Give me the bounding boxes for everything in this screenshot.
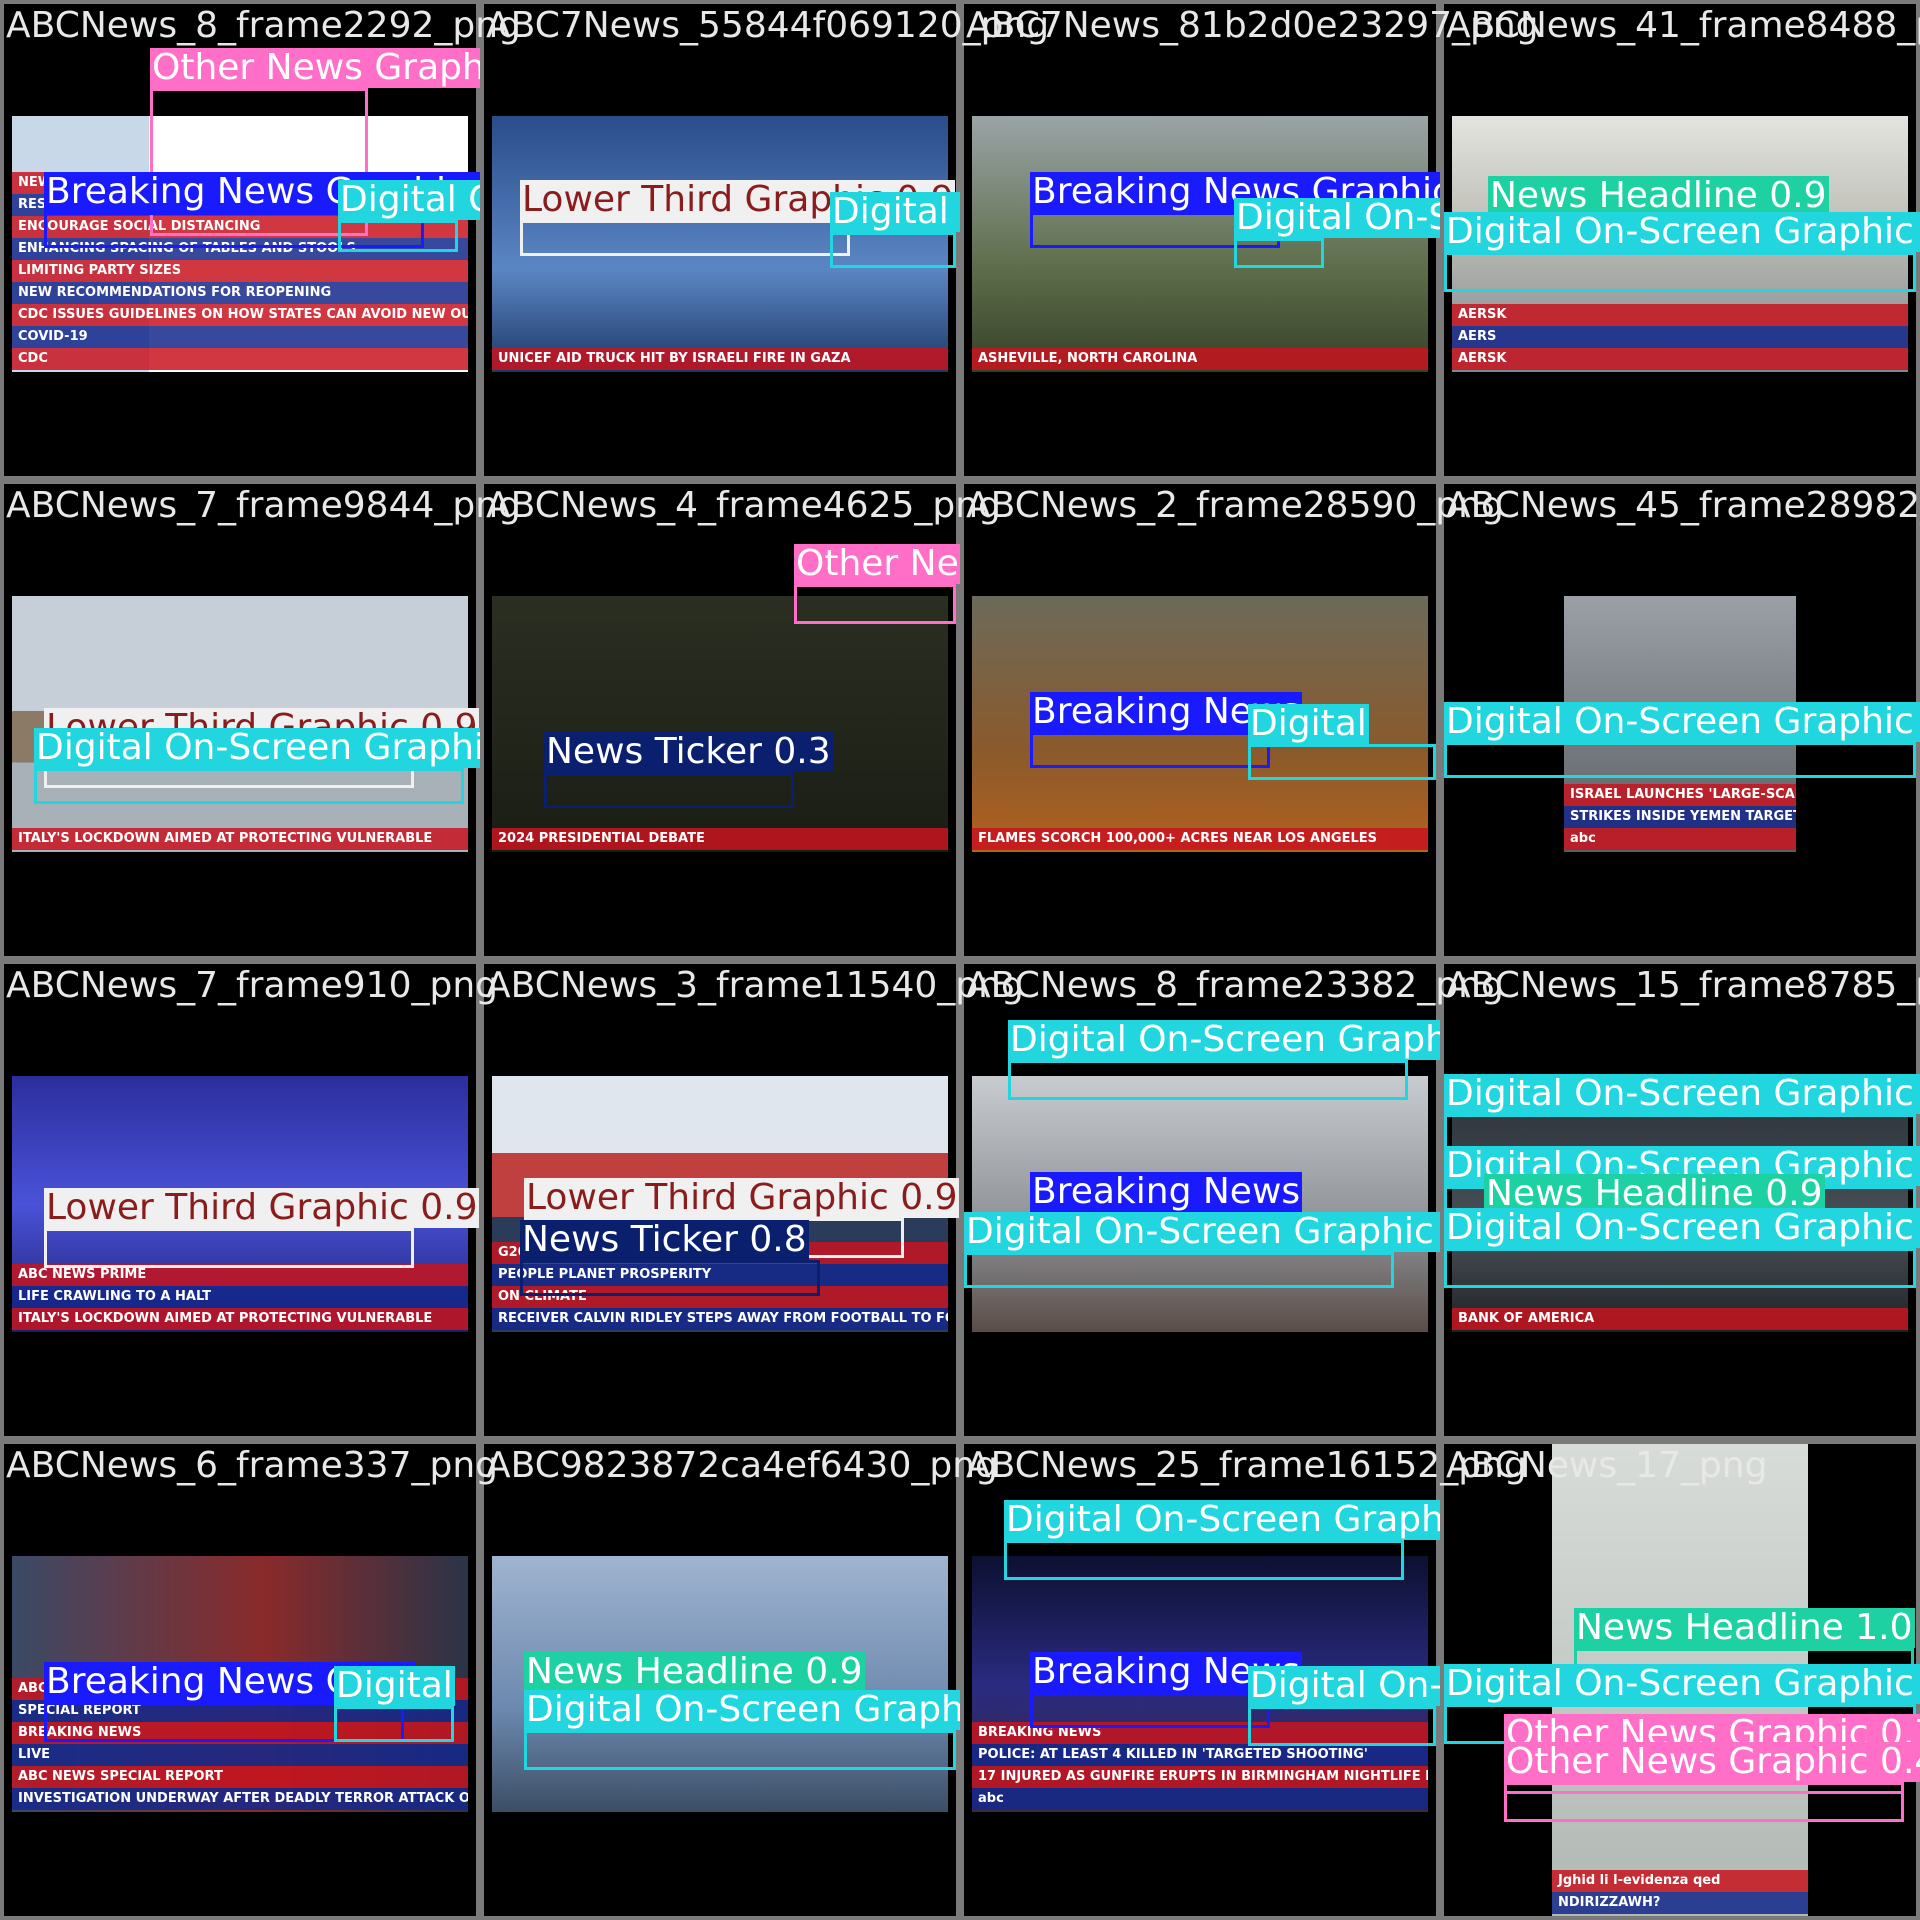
frame-onscreen-text: UNICEF AID TRUCK HIT BY ISRAELI FIRE IN …: [492, 348, 948, 370]
frame-onscreen-text: CDC ISSUES GUIDELINES ON HOW STATES CAN …: [12, 304, 468, 326]
grid-cell: ABC NEWS PRIME LIFE CRAWLING TO A HALT ITA…: [4, 964, 498, 1436]
frame-onscreen-text: RECEIVER CALVIN RIDLEY STEPS AWAY FROM F…: [492, 1308, 948, 1330]
detection-label: Digital On-Screen Graphic 0.7: [1444, 1208, 1920, 1248]
cell-filename: ABCNews_45_frame28982_png: [1446, 485, 1920, 526]
frame-onscreen-text: NDIRIZZAWH?: [1552, 1892, 1808, 1914]
detection-label: Digital On-Screen Graphic 0.7: [1444, 1074, 1920, 1114]
detection-label: Digital On-Screen Graphic: [1234, 198, 1440, 238]
frame-onscreen-text: NEW RECOMMENDATIONS FOR REOPENING: [12, 282, 468, 304]
detection-label: Digital On-Screen Graphic 0.9: [1444, 702, 1920, 742]
frame-onscreen-text: ITALY'S LOCKDOWN AIMED AT PROTECTING VUL…: [12, 828, 468, 850]
detection-grid: NEW CDC RECOMMENDATIONSRESTAURANTS AND B…: [0, 0, 1920, 1920]
detection-label: Lower Third Graphic 0.9: [44, 1188, 480, 1228]
cell-filename: ABCNews_8_frame2292_png: [6, 5, 521, 46]
detection-label: Digital On-Screen Graphic 0.9: [1444, 212, 1920, 252]
frame-onscreen-text: AERS: [1452, 326, 1908, 348]
grid-cell: G20 PEOPLE PLANET PROSPERITY ON CLIMATE REC…: [484, 964, 1024, 1436]
video-frame-image: 2024 PRESIDENTIAL DEBATE: [492, 596, 948, 852]
grid-cell: ITALY'S LOCKDOWN AIMED AT PROTECTING VUL…: [4, 484, 521, 956]
detection-label: Digital On-Screen Graphic: [338, 180, 480, 220]
grid-cell: Jghid li l-evidenza qed NDIRIZZAWH? ABCNew…: [1444, 1444, 1920, 1916]
grid-cell: FLAMES SCORCH 100,000+ ACRES NEAR LOS AN…: [964, 484, 1504, 956]
cell-filename: ABCNews_6_frame337_png: [6, 1445, 498, 1486]
grid-cell: UNICEF AID TRUCK HIT BY ISRAELI FIRE IN …: [484, 4, 1049, 476]
detection-label: Breaking News: [1030, 1172, 1303, 1212]
grid-cell: BREAKING NEWS POLICE: AT LEAST 4 KILLED I…: [964, 1444, 1527, 1916]
detection-label: Digital: [334, 1666, 455, 1706]
cell-filename: ABCNews_2_frame28590_png: [966, 485, 1504, 526]
cell-filename: ABCNews_7_frame910_png: [6, 965, 498, 1006]
grid-cell: NEW CDC RECOMMENDATIONSRESTAURANTS AND B…: [4, 4, 521, 476]
frame-onscreen-text: STRIKES INSIDE YEMEN TARGET HOUTHI INFRA…: [1564, 806, 1796, 828]
cell-filename: ABCNews_8_frame23382_png: [966, 965, 1504, 1006]
cell-filename: ABCNews_3_frame11540_png: [486, 965, 1024, 1006]
frame-onscreen-text: ITALY'S LOCKDOWN AIMED AT PROTECTING VUL…: [12, 1308, 468, 1330]
grid-cell: BANK OF AMERICA ABCNews_15_frame8785_png D…: [1444, 964, 1920, 1436]
detection-label: Digital On-Screen Graphic 0.7: [1008, 1020, 1440, 1060]
grid-cell: ABC9823872ca4ef6430_png News Headline 0.9…: [484, 1444, 998, 1916]
frame-onscreen-text: ON CLIMATE: [492, 1286, 948, 1308]
detection-label: Lower Third Graphic 0.9: [524, 1178, 960, 1218]
frame-onscreen-text: AERSK: [1452, 304, 1908, 326]
detection-label: Digital On-Screen Graphic 0.3: [34, 728, 480, 768]
detection-label: Other News Graphic 0.5: [150, 48, 480, 88]
cell-filename: ABCNews_17_png: [1446, 1445, 1768, 1486]
grid-cell: 2024 PRESIDENTIAL DEBATE ABCNews_4_frame4…: [484, 484, 1001, 956]
frame-onscreen-text: ENHANCING SPACING OF TABLES AND STOOLS: [12, 238, 468, 260]
frame-onscreen-text: ABC NEWS PRIME: [12, 1264, 468, 1286]
frame-onscreen-text: LIFE CRAWLING TO A HALT: [12, 1286, 468, 1308]
detection-label: Digital On-Screen Graphic 0.9: [1444, 1664, 1920, 1704]
frame-onscreen-text: BREAKING NEWS: [972, 1722, 1428, 1744]
frame-onscreen-text: LIMITING PARTY SIZES: [12, 260, 468, 282]
video-frame-image: UNICEF AID TRUCK HIT BY ISRAELI FIRE IN …: [492, 116, 948, 372]
video-frame-image: NEW CDC RECOMMENDATIONSRESTAURANTS AND B…: [12, 116, 468, 372]
frame-onscreen-text: ISRAEL LAUNCHES 'LARGE-SCALE AIR OPERATI…: [1564, 784, 1796, 806]
detection-label: News Headline 0.9: [524, 1652, 865, 1692]
detection-label: News Headline 0.9: [1488, 176, 1829, 216]
detection-label: News Ticker 0.3: [544, 732, 833, 772]
grid-cell: ASHEVILLE, NORTH CAROLINA ABC7News_81b2d0…: [964, 4, 1539, 476]
frame-onscreen-text: AERSK: [1452, 348, 1908, 370]
frame-onscreen-text: 17 INJURED AS GUNFIRE ERUPTS IN BIRMINGH…: [972, 1766, 1428, 1788]
grid-cell: ABC NEWSSPECIAL REPORTBREAKING NEWSLIVEA…: [4, 1444, 498, 1916]
frame-onscreen-text: FLAMES SCORCH 100,000+ ACRES NEAR LOS AN…: [972, 828, 1428, 850]
detection-label: Digital On-Screen Graphic 0.9: [524, 1690, 960, 1730]
cell-filename: ABCNews_4_frame4625_png: [486, 485, 1001, 526]
cell-filename: ABC9823872ca4ef6430_png: [486, 1445, 998, 1486]
detection-label: Other News Graphic 0.8: [794, 544, 960, 584]
frame-onscreen-text: 2024 PRESIDENTIAL DEBATE: [492, 828, 948, 850]
grid-cell: ISRAEL LAUNCHES 'LARGE-SCALE AIR OPERATI…: [1444, 484, 1920, 956]
detection-label: Digital On-Screen Graphic 0.6: [964, 1212, 1440, 1252]
frame-onscreen-text: Jghid li l-evidenza qed: [1552, 1870, 1808, 1892]
frame-onscreen-text: POLICE: AT LEAST 4 KILLED IN 'TARGETED S…: [972, 1744, 1428, 1766]
detection-label: Digital: [1248, 704, 1369, 744]
frame-onscreen-text: PEOPLE PLANET PROSPERITY: [492, 1264, 948, 1286]
frame-onscreen-text: BREAKING NEWS: [12, 1722, 468, 1744]
frame-onscreen-text: BANK OF AMERICA: [1452, 1308, 1908, 1330]
cell-filename: ABCNews_15_frame8785_png: [1446, 965, 1920, 1006]
detection-label: Digital On-Screen Graphic 0.9: [1248, 1666, 1440, 1706]
frame-onscreen-text: CDC: [12, 348, 468, 370]
cell-filename: ABC7News_55844f069120_png: [486, 5, 1050, 46]
frame-onscreen-text: INVESTIGATION UNDERWAY AFTER DEADLY TERR…: [12, 1788, 468, 1810]
grid-cell: ABCNews_8_frame23382_png Digital On-Scree…: [964, 964, 1504, 1436]
detection-label: Digital On-Screen Graphic: [830, 192, 960, 232]
detection-label: News Ticker 0.8: [520, 1220, 809, 1260]
cell-filename: ABCNews_25_frame16152_png: [966, 1445, 1527, 1486]
cell-filename: ABCNews_41_frame8488_png: [1446, 5, 1920, 46]
frame-onscreen-text: abc: [1564, 828, 1796, 850]
detection-label: Other News Graphic 0.4: [1504, 1742, 1920, 1782]
frame-onscreen-text: LIVE: [12, 1744, 468, 1766]
cell-filename: ABCNews_7_frame9844_png: [6, 485, 521, 526]
frame-onscreen-text: ABC NEWS SPECIAL REPORT: [12, 1766, 468, 1788]
frame-onscreen-text: COVID-19: [12, 326, 468, 348]
frame-onscreen-text: abc: [972, 1788, 1428, 1810]
frame-onscreen-text: ASHEVILLE, NORTH CAROLINA: [972, 348, 1428, 370]
video-frame-image: ASHEVILLE, NORTH CAROLINA: [972, 116, 1428, 372]
detection-label: Digital On-Screen Graphic 0.6: [1004, 1500, 1440, 1540]
grid-cell: AERSKAERSAERSK ABCNews_41_frame8488_png Ne…: [1444, 4, 1920, 476]
detection-label: News Headline 1.0: [1574, 1608, 1915, 1648]
